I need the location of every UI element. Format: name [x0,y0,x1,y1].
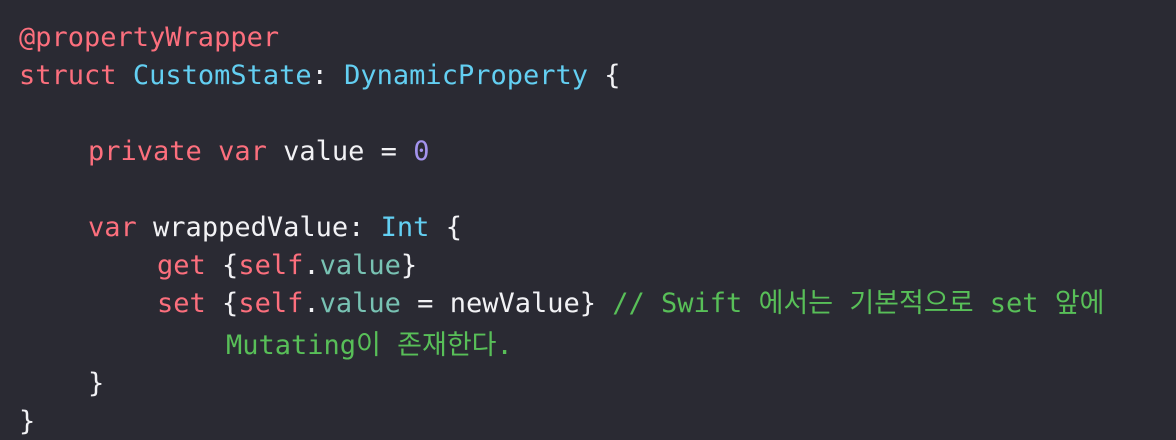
keyword-token: var [88,212,137,243]
member-token: value [319,250,401,281]
operator-token: = [417,288,434,319]
close-brace-token: } [88,368,105,399]
close-brace-token: } [19,406,36,437]
number-token: 0 [413,136,430,167]
type-name-token: CustomState [132,60,312,91]
code-line-4: private var value = 0 [19,133,1176,171]
identifier-token: wrappedValue [153,212,349,243]
code-line-6: var wrappedValue: Int { [19,209,1176,247]
code-line-10: } [19,365,1176,403]
comment-token: // Swift 에서는 기본적으로 set 앞에 [612,288,1105,319]
code-editor[interactable]: @propertyWrapper struct CustomState: Dyn… [0,0,1176,440]
dot-token: . [303,250,320,281]
open-brace-token: { [222,250,239,281]
keyword-token: get [157,250,206,281]
self-token: self [238,250,304,281]
keyword-token: private [88,136,202,167]
close-brace-token: } [400,250,418,281]
protocol-token: DynamicProperty [344,60,588,91]
close-brace-token: } [579,288,596,319]
attribute-token: @propertyWrapper [19,22,280,53]
self-token: self [238,288,304,319]
open-brace-token: { [604,60,621,91]
identifier-token: newValue [449,288,580,319]
dot-token: . [303,288,320,319]
open-brace-token: { [445,212,462,243]
code-line-7: get {self.value} [19,247,1176,285]
colon-token: : [311,60,328,91]
code-line-11: } [19,403,1176,440]
open-brace-token: { [222,288,239,319]
code-line-9: Mutating이 존재한다. [19,327,1176,365]
code-line-2: struct CustomState: DynamicProperty { [19,57,1176,95]
code-line-1: @propertyWrapper [19,19,1176,57]
type-name-token: Int [380,212,430,243]
colon-token: : [348,212,365,243]
code-line-8: set {self.value = newValue} // Swift 에서는… [19,285,1176,323]
member-token: value [319,288,401,319]
identifier-token: value [283,136,365,167]
keyword-token: struct [19,60,117,91]
keyword-token: set [157,288,206,319]
keyword-token: var [218,136,267,167]
operator-token: = [380,136,397,167]
comment-continuation-token: Mutating이 존재한다. [226,330,513,361]
